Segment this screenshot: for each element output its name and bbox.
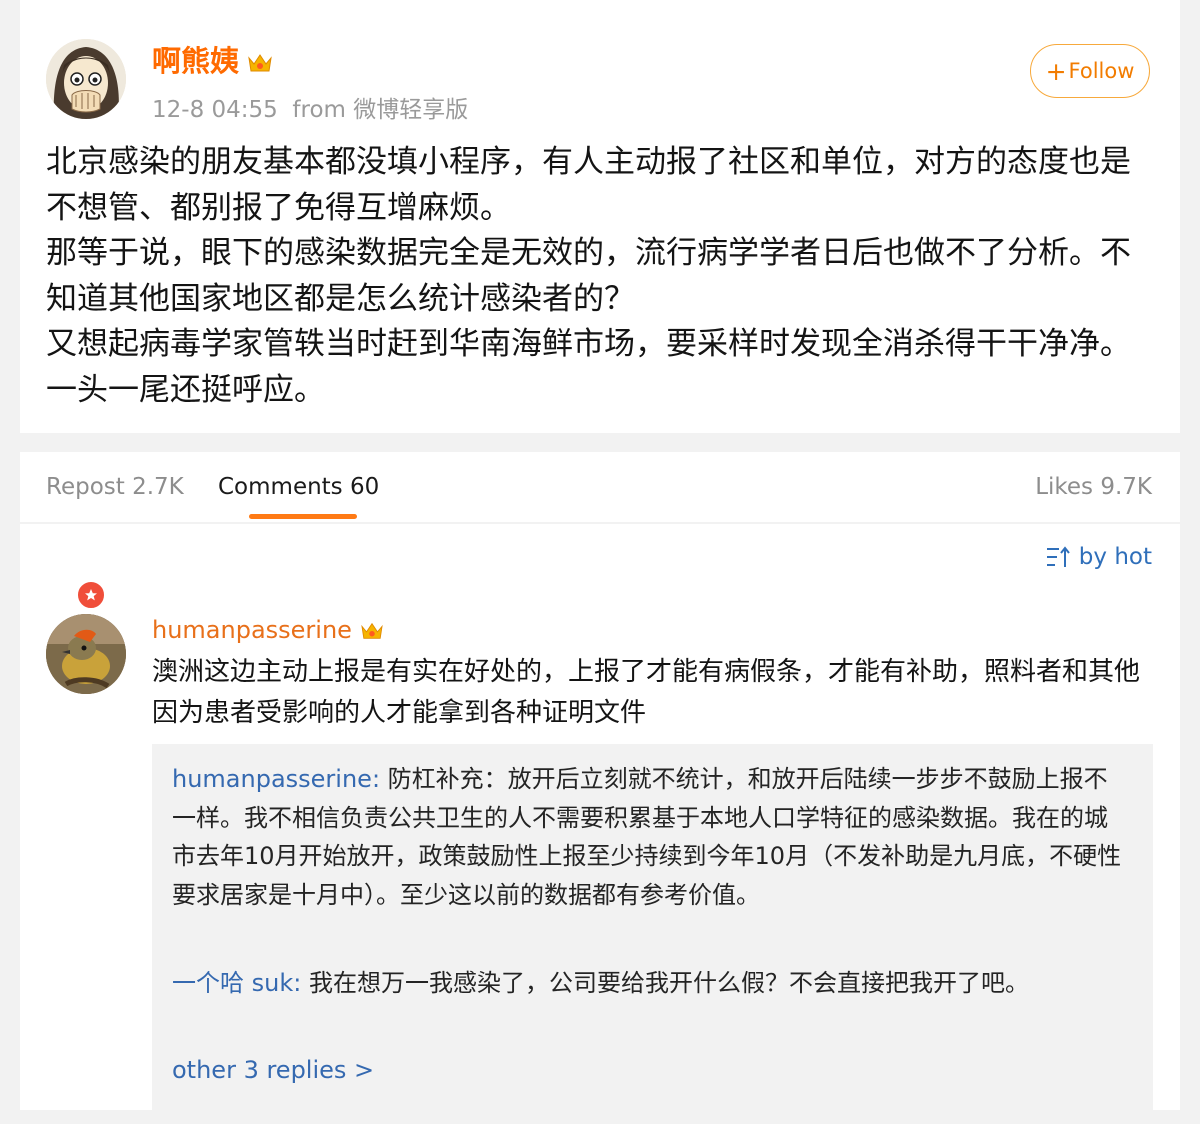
tab-comments[interactable]: Comments 60 — [218, 474, 379, 500]
plus-icon: + — [1045, 56, 1067, 86]
interaction-tabs: Repost 2.7K Comments 60 Likes 9.7K — [20, 452, 1180, 522]
author-name-text[interactable]: 啊熊姨 — [152, 44, 239, 78]
post-card: 啊熊姨 12-8 04:55 from 微博轻享版 + Follow 北京感染的朋… — [20, 0, 1180, 433]
post-paragraph: 北京感染的朋友基本都没填小程序，有人主动报了社区和单位，对方的态度也是不想管、都… — [46, 144, 1131, 226]
follow-label: Follow — [1068, 59, 1135, 83]
reply-text: 我在想万一我感染了，公司要给我开什么假？不会直接把我开了吧。 — [301, 969, 1029, 997]
commenter-avatar[interactable] — [46, 614, 126, 694]
post-paragraph: 又想起病毒学家管轶当时赶到华南海鲜市场，要采样时发现全消杀得干干净净。一头一尾还… — [46, 326, 1131, 408]
follow-button[interactable]: + Follow — [1030, 44, 1150, 98]
post-timestamp: 12-8 04:55 — [152, 97, 278, 123]
sort-label: by hot — [1078, 544, 1152, 570]
post-meta: 12-8 04:55 from 微博轻享版 — [152, 90, 468, 124]
post-paragraph: 那等于说，眼下的感染数据完全是无效的，流行病学学者日后也做不了分析。不知道其他国… — [46, 235, 1131, 317]
verified-badge-icon — [76, 580, 106, 610]
tab-repost[interactable]: Repost 2.7K — [46, 474, 184, 500]
reply-item: humanpasserine: 防杠补充：放开后立刻就不统计，和放开后陆续一步步… — [172, 760, 1127, 914]
crown-badge-icon — [361, 622, 383, 639]
commenter-name[interactable]: humanpasserine — [152, 616, 384, 644]
commenter-name-text[interactable]: humanpasserine — [152, 616, 352, 644]
reply-item: 一个哈 suk: 我在想万一我感染了，公司要给我开什么假？不会直接把我开了吧。 — [172, 964, 1127, 1003]
author-avatar[interactable] — [46, 39, 126, 119]
more-replies-link[interactable]: other 3 replies > — [172, 1056, 374, 1084]
sort-icon — [1046, 546, 1070, 567]
crown-badge-icon — [248, 54, 272, 72]
active-tab-indicator — [249, 514, 357, 519]
sort-by-hot-button[interactable]: by hot — [1045, 544, 1152, 570]
comment-text: 澳洲这边主动上报是有实在好处的，上报了才能有病假条，才能有补助，照料者和其他因为… — [152, 657, 1141, 728]
post-body: 北京感染的朋友基本都没填小程序，有人主动报了社区和单位，对方的态度也是不想管、都… — [46, 140, 1156, 413]
comments-section: by hot humanpasserine 澳洲这边主动上报是有实在好处的，上报… — [20, 524, 1180, 1124]
reply-thread: humanpasserine: 防杠补充：放开后立刻就不统计，和放开后陆续一步步… — [152, 744, 1153, 1124]
post-source: from 微博轻享版 — [292, 97, 469, 123]
reply-author[interactable]: 一个哈 suk: — [172, 969, 301, 997]
author-name[interactable]: 啊熊姨 — [152, 38, 273, 80]
reply-author[interactable]: humanpasserine: — [172, 765, 380, 793]
tab-likes[interactable]: Likes 9.7K — [1035, 474, 1152, 500]
